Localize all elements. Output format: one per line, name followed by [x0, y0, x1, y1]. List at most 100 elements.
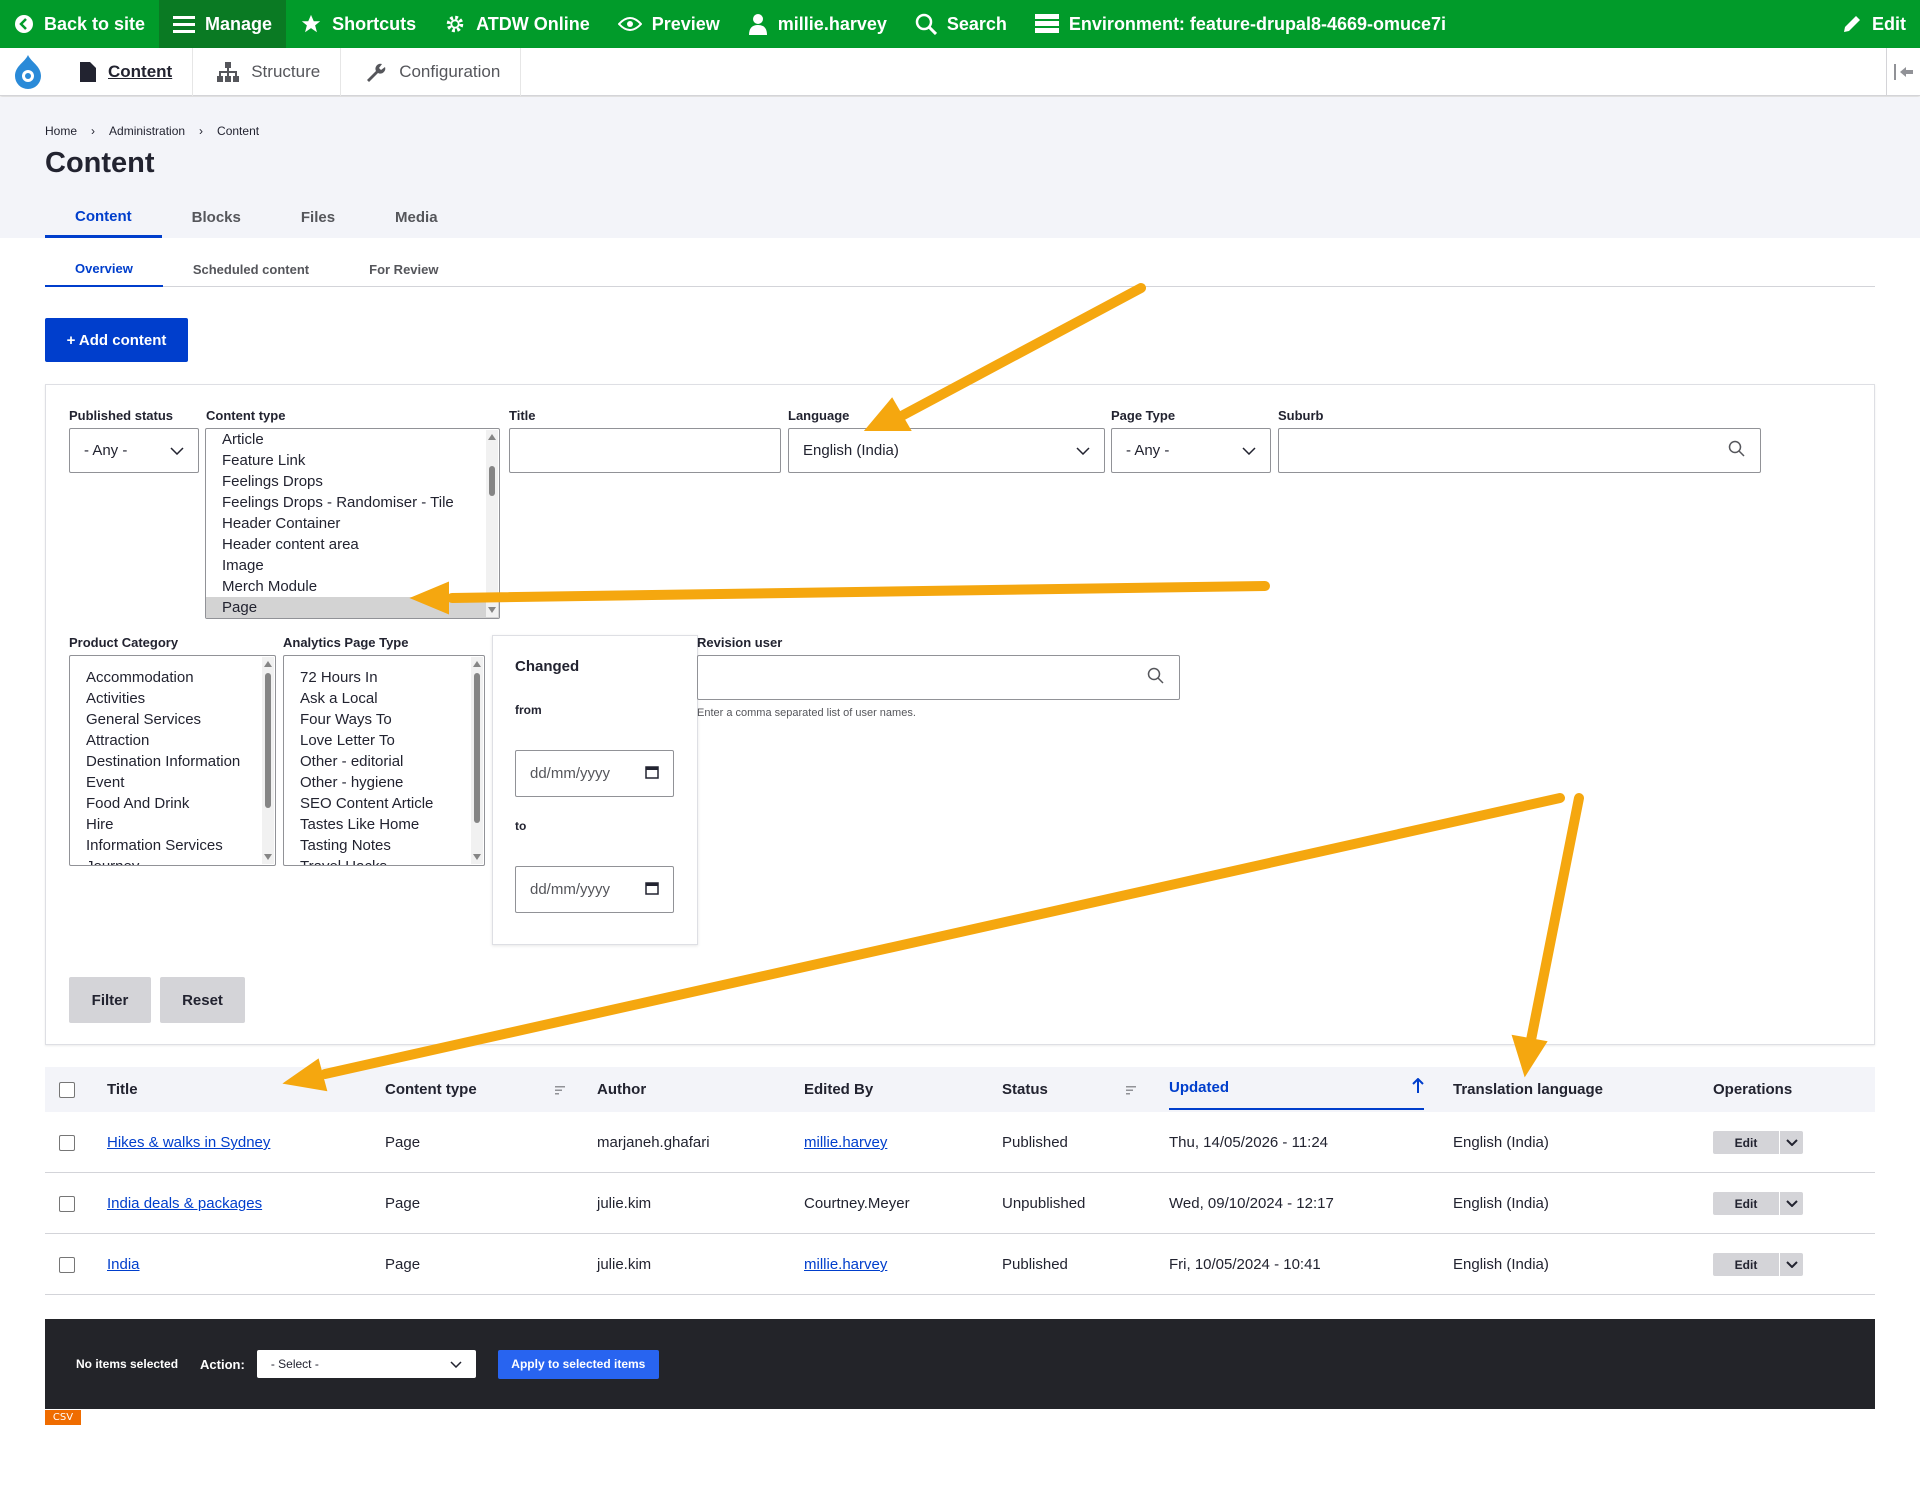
chevron-down-icon[interactable] — [1779, 1192, 1803, 1215]
breadcrumb-administration[interactable]: Administration — [109, 124, 185, 138]
suburb-input[interactable] — [1278, 428, 1761, 473]
title-filter-input[interactable] — [509, 428, 781, 473]
product-category-listbox[interactable]: Accommodation Activities General Services A… — [69, 655, 276, 866]
tab-content[interactable]: Content — [45, 197, 162, 238]
edit-button[interactable]: Edit — [1713, 1192, 1779, 1215]
tab-files[interactable]: Files — [271, 197, 365, 238]
analytics-page-type-option[interactable]: Travel Hacks — [284, 856, 484, 865]
analytics-page-type-option[interactable]: Love Letter To — [284, 730, 484, 751]
subtab-scheduled-content[interactable]: Scheduled content — [163, 251, 339, 287]
wrench-icon — [365, 61, 387, 83]
analytics-page-type-option[interactable]: Four Ways To — [284, 709, 484, 730]
row-title-link[interactable]: India deals & packages — [107, 1173, 262, 1234]
product-category-option[interactable]: Accommodation — [70, 667, 275, 688]
product-category-option[interactable]: General Services — [70, 709, 275, 730]
analytics-page-type-listbox[interactable]: 72 Hours In Ask a Local Four Ways To Love L… — [283, 655, 485, 866]
chevron-down-icon[interactable] — [1779, 1253, 1803, 1276]
edit-button[interactable]: Edit — [1713, 1253, 1779, 1276]
reset-button[interactable]: Reset — [160, 977, 245, 1023]
sort-icon[interactable] — [555, 1067, 567, 1112]
breadcrumb-home[interactable]: Home — [45, 124, 77, 138]
analytics-page-type-option[interactable]: Other - hygiene — [284, 772, 484, 793]
published-status-select[interactable]: - Any - — [69, 428, 199, 473]
content-type-option[interactable]: Feature Link — [206, 450, 499, 471]
header-content-type[interactable]: Content type — [385, 1067, 477, 1112]
scrollbar[interactable] — [262, 657, 274, 864]
collapse-tray-icon[interactable] — [1886, 48, 1920, 96]
preview-tab[interactable]: Preview — [604, 0, 734, 48]
analytics-page-type-option[interactable]: SEO Content Article — [284, 793, 484, 814]
changed-from-input[interactable]: dd/mm/yyyy — [515, 750, 674, 797]
sort-icon[interactable] — [1126, 1067, 1138, 1112]
table-row: India deals & packages Page julie.kim Court… — [45, 1173, 1875, 1234]
filter-button[interactable]: Filter — [69, 977, 151, 1023]
environment-tab[interactable]: Environment: feature-drupal8-4669-omuce7… — [1021, 0, 1460, 48]
tab-blocks[interactable]: Blocks — [162, 197, 271, 238]
row-title-link[interactable]: India — [107, 1234, 140, 1295]
manage-tab[interactable]: Manage — [159, 0, 287, 48]
chevron-down-icon[interactable] — [1779, 1131, 1803, 1154]
content-type-option[interactable]: Image — [206, 555, 499, 576]
analytics-page-type-option[interactable]: Other - editorial — [284, 751, 484, 772]
analytics-page-type-option[interactable]: Tasting Notes — [284, 835, 484, 856]
content-type-option[interactable]: Article — [206, 429, 499, 450]
scrollbar[interactable] — [471, 657, 483, 864]
tab-media[interactable]: Media — [365, 197, 468, 238]
user-tab[interactable]: millie.harvey — [734, 0, 901, 48]
scrollbar[interactable] — [486, 430, 498, 617]
header-title[interactable]: Title — [107, 1067, 138, 1112]
revision-user-input[interactable] — [697, 655, 1180, 700]
row-checkbox[interactable] — [59, 1112, 75, 1173]
page-type-select[interactable]: - Any - — [1111, 428, 1271, 473]
add-content-button[interactable]: + Add content — [45, 318, 188, 362]
header-updated[interactable]: Updated — [1169, 1067, 1424, 1110]
analytics-page-type-option[interactable]: Ask a Local — [284, 688, 484, 709]
content-type-options: Article Feature Link Feelings Drops Feeling… — [206, 429, 499, 618]
content-type-listbox[interactable]: Article Feature Link Feelings Drops Feeling… — [205, 428, 500, 619]
content-type-option[interactable]: Feelings Drops — [206, 471, 499, 492]
breadcrumb-content[interactable]: Content — [217, 124, 259, 138]
product-category-option[interactable]: Journey — [70, 856, 275, 865]
row-checkbox[interactable] — [59, 1234, 75, 1295]
changed-to-input[interactable]: dd/mm/yyyy — [515, 866, 674, 913]
tray-content[interactable]: Content — [56, 47, 194, 96]
edit-tab[interactable]: Edit — [1828, 0, 1920, 48]
product-category-option[interactable]: Event — [70, 772, 275, 793]
content-type-option[interactable]: Feelings Drops - Randomiser - Tile — [206, 492, 499, 513]
row-edited-by[interactable]: millie.harvey — [804, 1112, 887, 1173]
select-all-checkbox[interactable] — [59, 1067, 75, 1112]
header-status[interactable]: Status — [1002, 1067, 1048, 1112]
row-title-link[interactable]: Hikes & walks in Sydney — [107, 1112, 270, 1173]
tray-configuration[interactable]: Configuration — [341, 47, 522, 96]
shortcuts-tab[interactable]: Shortcuts — [286, 0, 430, 48]
action-select[interactable]: - Select - — [256, 1350, 476, 1378]
tray-structure[interactable]: Structure — [193, 47, 342, 96]
analytics-page-type-option[interactable]: 72 Hours In — [284, 667, 484, 688]
analytics-page-type-option[interactable]: Tastes Like Home — [284, 814, 484, 835]
content-type-option[interactable]: Merch Module — [206, 576, 499, 597]
subtab-overview[interactable]: Overview — [45, 251, 163, 287]
edit-button[interactable]: Edit — [1713, 1131, 1779, 1154]
user-label: millie.harvey — [777, 13, 887, 34]
search-tab[interactable]: Search — [901, 0, 1021, 48]
content-type-option[interactable]: Header content area — [206, 534, 499, 555]
drupal-logo-icon[interactable] — [0, 48, 56, 96]
apply-button[interactable]: Apply to selected items — [497, 1349, 659, 1379]
content-type-option[interactable]: Header Container — [206, 513, 499, 534]
language-select[interactable]: English (India) — [788, 428, 1105, 473]
subtab-for-review[interactable]: For Review — [339, 251, 468, 287]
row-checkbox[interactable] — [59, 1173, 75, 1234]
atdw-online-tab[interactable]: ATDW Online — [430, 0, 604, 48]
product-category-option[interactable]: Information Services — [70, 835, 275, 856]
product-category-option[interactable]: Hire — [70, 814, 275, 835]
product-category-option[interactable]: Attraction — [70, 730, 275, 751]
csv-feed-icon[interactable]: CSV — [45, 1410, 81, 1425]
row-edited-by[interactable]: millie.harvey — [804, 1234, 887, 1295]
back-to-site-link[interactable]: Back to site — [0, 0, 159, 48]
header-edited-by[interactable]: Edited By — [804, 1067, 873, 1112]
product-category-option[interactable]: Destination Information — [70, 751, 275, 772]
product-category-option[interactable]: Activities — [70, 688, 275, 709]
content-type-option[interactable]: Page — [206, 597, 499, 618]
product-category-option[interactable]: Food And Drink — [70, 793, 275, 814]
header-author[interactable]: Author — [597, 1067, 646, 1112]
